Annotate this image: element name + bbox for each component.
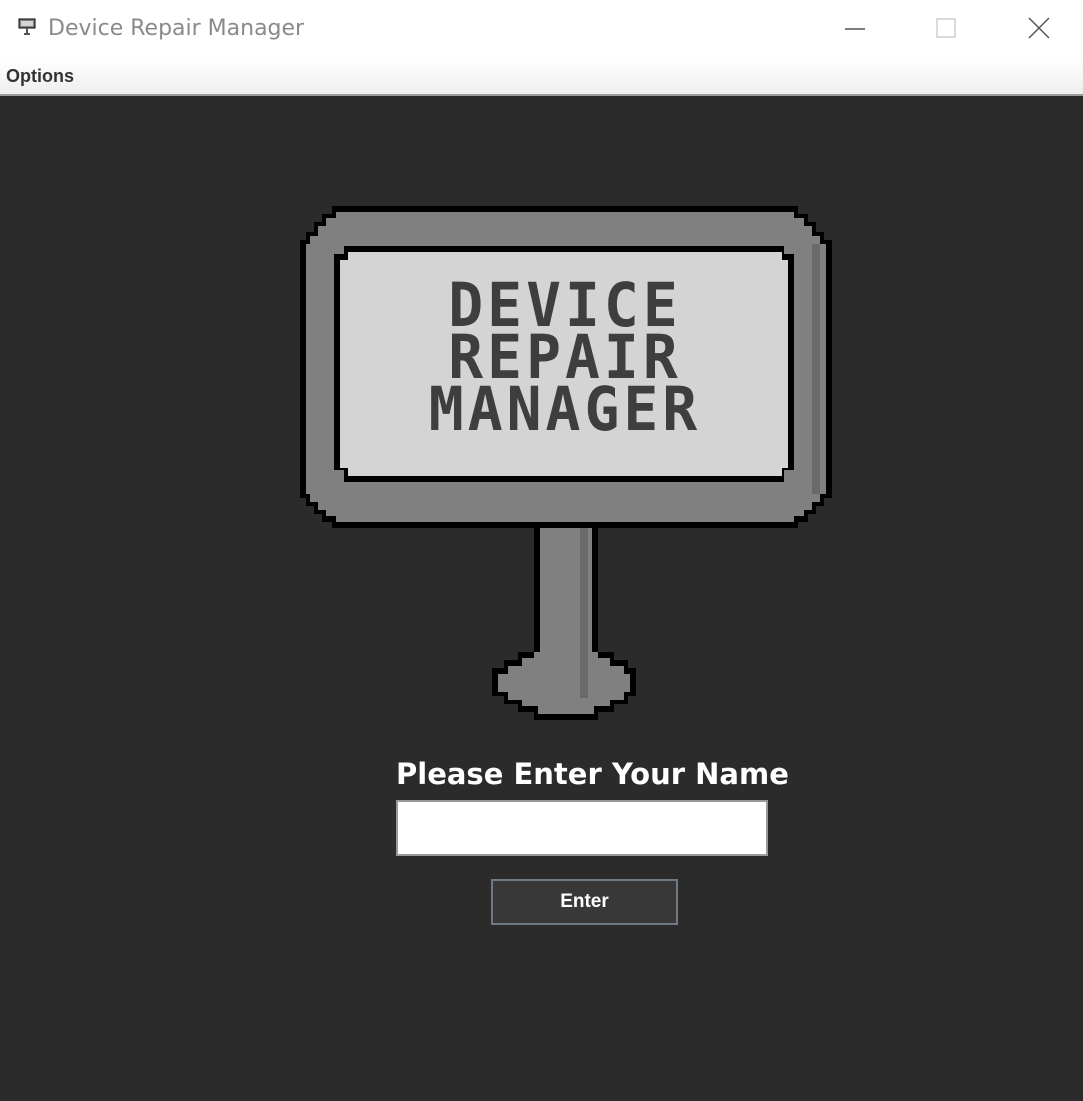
title-bar: Device Repair Manager [0,0,1083,60]
main-panel: DEVICE REPAIR MANAGER Please Enter Your … [0,96,1083,1101]
window-title: Device Repair Manager [48,16,305,41]
name-prompt-label: Please Enter Your Name [396,757,789,791]
menu-bar: Options [0,60,1083,96]
minimize-button[interactable] [808,0,900,58]
maximize-icon [936,18,956,38]
menu-options[interactable]: Options [6,65,74,87]
close-icon [1028,17,1050,39]
minimize-icon [845,28,865,30]
app-window: Device Repair Manager Options DEVICE REP… [0,0,1083,1101]
sign-icon [18,18,36,36]
close-button[interactable] [992,0,1083,58]
maximize-button[interactable] [900,0,992,58]
logo-sign: DEVICE REPAIR MANAGER [298,206,838,731]
name-input[interactable] [396,800,768,856]
enter-button[interactable]: Enter [491,879,678,925]
logo-line: MANAGER [428,373,702,445]
